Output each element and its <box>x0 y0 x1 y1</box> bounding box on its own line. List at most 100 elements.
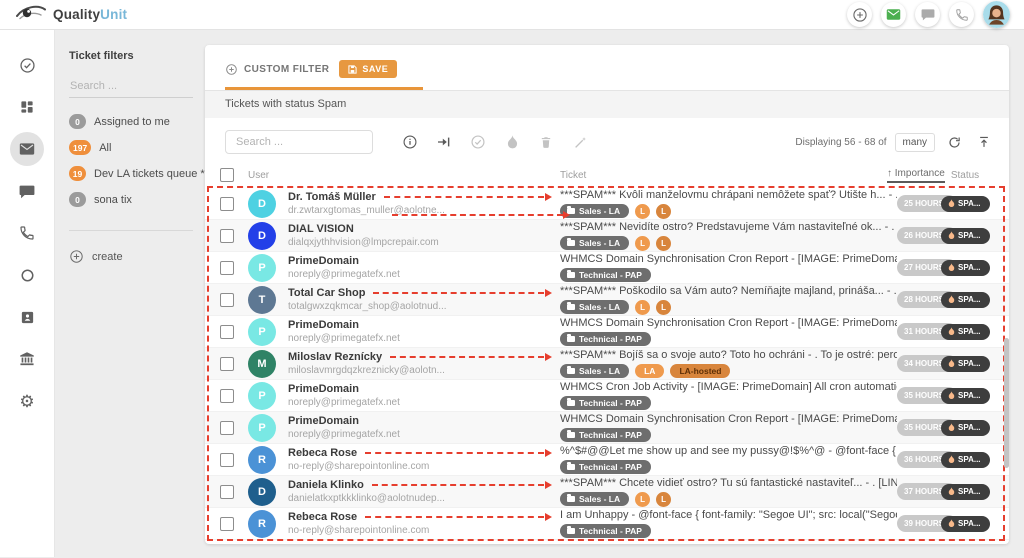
ticket-row[interactable]: P PrimeDomain noreply@primegatefx.net WH… <box>205 412 1009 444</box>
agent-tag[interactable]: L <box>635 204 650 219</box>
select-all-checkbox[interactable] <box>220 168 234 182</box>
arrow-to-top-icon <box>977 135 991 149</box>
delete-button[interactable] <box>535 131 557 153</box>
list-scrollbar[interactable] <box>1004 338 1009 468</box>
row-checkbox[interactable] <box>220 261 234 275</box>
header-ticket[interactable]: Ticket <box>560 170 887 181</box>
sidebar-item-contacts[interactable] <box>10 300 44 334</box>
ticket-row[interactable]: D DIAL VISION dialqxjythhvision@lmpcrepa… <box>205 220 1009 252</box>
resolve-button[interactable] <box>467 131 489 153</box>
filters-search-input[interactable] <box>69 77 193 98</box>
ticket-list: D Dr. Tomáš Müller dr.zwtarxgtomas_mulle… <box>205 188 1009 544</box>
ticket-search-input[interactable] <box>225 130 373 154</box>
header-user[interactable]: User <box>248 170 560 181</box>
row-checkbox[interactable] <box>220 453 234 467</box>
user-name: Daniela Klinko <box>288 479 364 491</box>
ticket-row[interactable]: T Total Car Shop totalgwxzqkmcar_shop@ao… <box>205 284 1009 316</box>
ticket-row[interactable]: D Daniela Klinko danielatkxptkkklinko@ao… <box>205 476 1009 508</box>
brand-logo[interactable]: QualityUnit <box>16 3 127 26</box>
user-avatar-initial: M <box>248 350 276 378</box>
department-tag[interactable]: Technical - PAP <box>560 396 651 410</box>
user-avatar[interactable] <box>983 1 1010 28</box>
agent-tag[interactable]: L <box>656 236 671 251</box>
department-tag[interactable]: Technical - PAP <box>560 460 651 474</box>
filter-list: 0 Assigned to me 197 All 19 Dev LA tickets… <box>69 114 193 231</box>
chat-button[interactable] <box>915 2 940 27</box>
contact-card-icon <box>20 310 35 325</box>
agent-tag[interactable]: L <box>656 204 671 219</box>
refresh-button[interactable] <box>943 131 965 153</box>
agent-tag[interactable]: L <box>656 492 671 507</box>
sidebar-item-tasks[interactable] <box>10 48 44 82</box>
status-badge: SPA... <box>941 292 990 308</box>
department-tag[interactable]: Sales - LA <box>560 364 629 378</box>
department-tag[interactable]: Technical - PAP <box>560 332 651 346</box>
department-tag[interactable]: Sales - LA <box>560 300 629 314</box>
ticket-row[interactable]: P PrimeDomain noreply@primegatefx.net WH… <box>205 316 1009 348</box>
department-tag[interactable]: Sales - LA <box>560 492 629 506</box>
magic-wand-button[interactable] <box>569 131 591 153</box>
sidebar-item-calls[interactable] <box>10 216 44 250</box>
spam-button[interactable] <box>501 131 523 153</box>
ticket-row[interactable]: M Miloslav Reznícky miloslavmrgdqzkrezni… <box>205 348 1009 380</box>
create-filter-button[interactable]: create <box>69 249 193 264</box>
ticket-row[interactable]: R Rebeca Rose no-reply@sharepointonline.… <box>205 444 1009 476</box>
sidebar-item-tickets[interactable] <box>10 132 44 166</box>
forward-button[interactable] <box>433 131 455 153</box>
department-tag[interactable]: Sales - LA <box>560 236 629 250</box>
ticket-row[interactable]: R Rebeca Rose no-reply@sharepointonline.… <box>205 508 1009 540</box>
row-checkbox[interactable] <box>220 357 234 371</box>
mail-button[interactable] <box>881 2 906 27</box>
agent-tag[interactable]: L <box>635 300 650 315</box>
ticket-row[interactable]: P PrimeDomain noreply@primegatefx.net WH… <box>205 252 1009 284</box>
folder-icon <box>567 400 575 406</box>
department-tag[interactable]: Technical - PAP <box>560 524 651 538</box>
label-tag[interactable]: LA-hosted <box>670 364 730 378</box>
filter-item[interactable]: 0 Assigned to me <box>69 114 193 129</box>
ticket-row[interactable]: D Dr. Tomáš Müller dr.zwtarxgtomas_mulle… <box>205 188 1009 220</box>
ticket-row[interactable]: P PrimeDomain noreply@primegatefx.net WH… <box>205 380 1009 412</box>
sidebar-item-settings[interactable]: ⚙ <box>10 384 44 418</box>
department-tag[interactable]: Sales - LA <box>560 204 629 218</box>
bank-icon <box>19 351 35 367</box>
row-checkbox[interactable] <box>220 517 234 531</box>
user-avatar-initial: P <box>248 382 276 410</box>
filter-item[interactable]: 197 All <box>69 140 193 155</box>
ticket-subject: WHMCS Cron Job Activity - [IMAGE: PrimeD… <box>560 381 897 396</box>
flame-icon <box>948 519 955 528</box>
save-button[interactable]: SAVE <box>339 60 397 78</box>
page-size-button[interactable]: many <box>895 133 935 152</box>
info-button[interactable] <box>399 131 421 153</box>
filter-item[interactable]: 19 Dev LA tickets queue * <box>69 166 193 181</box>
filter-item[interactable]: 0 sona tix <box>69 192 193 207</box>
row-checkbox[interactable] <box>220 485 234 499</box>
phone-button[interactable] <box>949 2 974 27</box>
agent-tag[interactable]: L <box>656 300 671 315</box>
header-status[interactable]: Status <box>951 170 979 181</box>
red-arrow-annotation <box>365 513 552 521</box>
user-email: no-reply@sharepointonline.com <box>288 461 554 474</box>
row-checkbox[interactable] <box>220 293 234 307</box>
gear-icon: ⚙ <box>19 393 34 410</box>
status-badge: SPA... <box>941 324 990 340</box>
row-checkbox[interactable] <box>220 325 234 339</box>
sidebar-item-company[interactable] <box>10 342 44 376</box>
row-checkbox[interactable] <box>220 389 234 403</box>
department-tag[interactable]: Technical - PAP <box>560 428 651 442</box>
user-avatar-initial: T <box>248 286 276 314</box>
row-checkbox[interactable] <box>220 421 234 435</box>
sidebar-item-chats[interactable] <box>10 174 44 208</box>
row-checkbox[interactable] <box>220 197 234 211</box>
header-importance[interactable]: ↑ Importance <box>887 168 945 183</box>
agent-tag[interactable]: L <box>635 236 650 251</box>
ticket-tags: Technical - PAP <box>560 332 897 347</box>
department-tag[interactable]: Technical - PAP <box>560 268 651 282</box>
sidebar-item-social[interactable] <box>10 258 44 292</box>
sidebar-item-dashboard[interactable] <box>10 90 44 124</box>
label-tag[interactable]: LA <box>635 364 664 378</box>
tab-custom-filter[interactable]: CUSTOM FILTER <box>225 63 329 76</box>
agent-tag[interactable]: L <box>635 492 650 507</box>
scroll-to-top-button[interactable] <box>973 131 995 153</box>
row-checkbox[interactable] <box>220 229 234 243</box>
add-circle-button[interactable] <box>847 2 872 27</box>
